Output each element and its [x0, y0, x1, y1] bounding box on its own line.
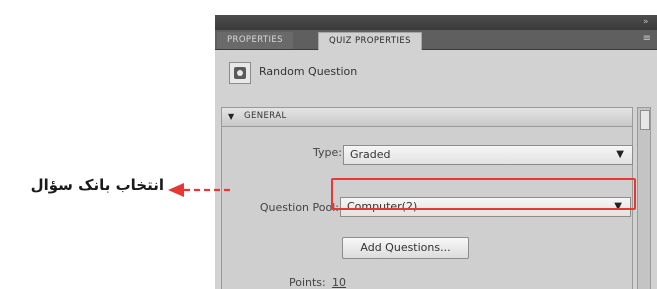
tab-bar: PROPERTIES QUIZ PROPERTIES ≡ [215, 30, 657, 50]
panel-menu-icon[interactable]: ≡ [643, 33, 651, 45]
tab-quiz-properties[interactable]: QUIZ PROPERTIES [318, 32, 422, 50]
grip-icon[interactable]: » [643, 17, 651, 27]
vertical-scrollbar[interactable] [637, 107, 651, 289]
quiz-properties-panel: » PROPERTIES QUIZ PROPERTIES ≡ Random Qu… [215, 15, 657, 289]
scrollbar-thumb[interactable] [640, 110, 650, 130]
type-label: Type: [313, 146, 342, 159]
dropdown-arrow-icon: ▼ [616, 149, 624, 160]
question-pool-highlight [331, 178, 636, 210]
type-select-value: Graded [350, 148, 391, 161]
panel-title-strip: » [215, 15, 657, 30]
general-section-header[interactable]: ▼ GENERAL [222, 108, 632, 127]
points-value[interactable]: 10 [332, 276, 346, 289]
callout-arrow-icon [168, 183, 230, 197]
panel-header-label: Random Question [259, 65, 358, 78]
type-select[interactable]: Graded ▼ [343, 145, 633, 165]
collapse-triangle-icon[interactable]: ▼ [228, 112, 234, 122]
points-label: Points: [289, 276, 326, 289]
tab-properties[interactable]: PROPERTIES [217, 32, 293, 49]
general-section-label: GENERAL [244, 111, 287, 121]
callout-text: انتخاب بانک سؤال [30, 176, 164, 194]
question-pool-label: Question Pool: [259, 201, 339, 214]
random-question-icon [229, 62, 251, 84]
add-questions-button[interactable]: Add Questions... [342, 237, 469, 259]
